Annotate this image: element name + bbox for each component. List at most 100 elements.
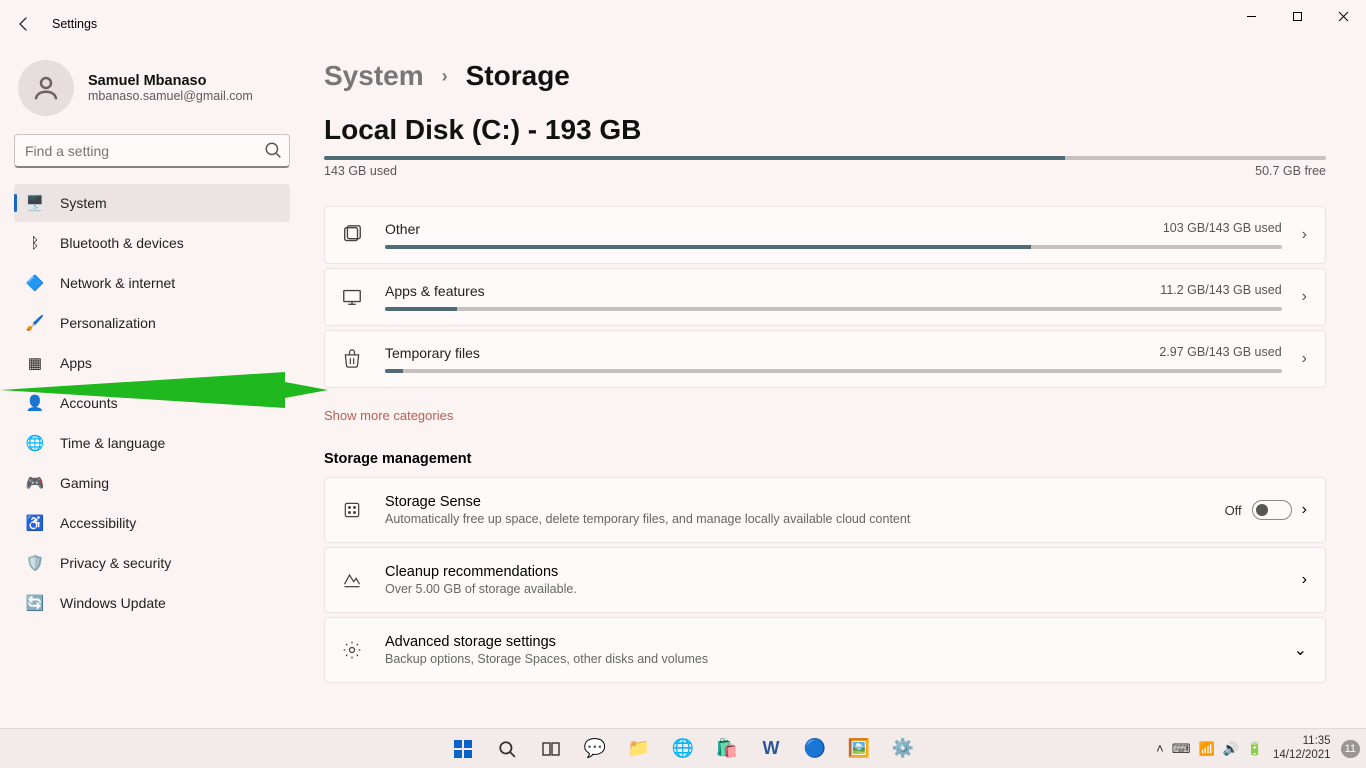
nav-label: Privacy & security (60, 555, 171, 571)
photos-icon[interactable]: 🖼️ (840, 733, 878, 765)
nav-item-personalization[interactable]: 🖌️ Personalization (14, 304, 290, 342)
start-button[interactable] (444, 733, 482, 765)
edge-icon[interactable]: 🌐 (664, 733, 702, 765)
nav-item-gaming[interactable]: 🎮Gaming (14, 464, 290, 502)
nav-item-bluetooth-devices[interactable]: ᛒBluetooth & devices (14, 224, 290, 262)
mgmt-desc: Over 5.00 GB of storage available. (385, 582, 1282, 596)
mgmt-title: Cleanup recommendations (385, 564, 1282, 580)
search-input[interactable] (14, 134, 290, 168)
category-icon (339, 222, 365, 248)
volume-icon[interactable]: 🔊 (1223, 741, 1239, 757)
storage-management-header: Storage management (324, 451, 1326, 467)
chat-icon[interactable]: 💬 (576, 733, 614, 765)
nav-icon: ▦ (26, 354, 44, 372)
nav-icon: 🎮 (26, 474, 44, 492)
search-icon (264, 141, 282, 159)
settings-icon[interactable]: ⚙️ (884, 733, 922, 765)
breadcrumb: System › Storage (324, 60, 1326, 92)
disk-title: Local Disk (C:) - 193 GB (324, 114, 1326, 146)
mgmt-desc: Automatically free up space, delete temp… (385, 512, 1205, 526)
clock-time: 11:35 (1303, 735, 1331, 748)
nav-icon: 🖥️ (26, 194, 44, 212)
storage-category-temporary-files[interactable]: Temporary files 2.97 GB/143 GB used › (324, 330, 1326, 388)
chevron-right-icon: › (442, 66, 448, 87)
nav-item-time-language[interactable]: 🌐 Time & language (14, 424, 290, 462)
nav-label: Personalization (60, 315, 156, 331)
notification-badge[interactable]: 11 (1341, 740, 1360, 758)
nav-icon: 🌐 (26, 434, 44, 452)
taskbar: 💬 📁 🌐 🛍️ W 🔵 🖼️ ⚙️ ˄ ⌨ 📶 🔊 🔋 11:35 14/12… (0, 728, 1366, 768)
mgmt-icon (339, 637, 365, 663)
category-usage: 2.97 GB/143 GB used (1159, 345, 1281, 361)
file-explorer-icon[interactable]: 📁 (620, 733, 658, 765)
keyboard-icon[interactable]: ⌨ (1172, 741, 1191, 757)
taskbar-right: ˄ ⌨ 📶 🔊 🔋 11:35 14/12/2021 11 (1156, 735, 1360, 761)
battery-icon[interactable]: 🔋 (1247, 741, 1263, 757)
nav-label: Network & internet (60, 275, 175, 291)
back-button[interactable] (8, 8, 40, 40)
nav-item-accessibility[interactable]: ♿Accessibility (14, 504, 290, 542)
word-icon[interactable]: W (752, 733, 790, 765)
taskbar-search-icon[interactable] (488, 733, 526, 765)
profile-name: Samuel Mbanaso (88, 73, 253, 89)
task-view-icon[interactable] (532, 733, 570, 765)
category-usage: 103 GB/143 GB used (1163, 221, 1282, 237)
main-content: System › Storage Local Disk (C:) - 193 G… (300, 48, 1366, 728)
nav-item-accounts[interactable]: 👤Accounts (14, 384, 290, 422)
mgmt-icon (339, 567, 365, 593)
search-box (14, 134, 290, 168)
chrome-icon[interactable]: 🔵 (796, 733, 834, 765)
titlebar: Settings (0, 0, 1366, 48)
category-name: Other (385, 221, 420, 237)
nav-item-apps[interactable]: ▦Apps (14, 344, 290, 382)
store-icon[interactable]: 🛍️ (708, 733, 746, 765)
mgmt-item-storage-sense[interactable]: Storage Sense Automatically free up space… (324, 477, 1326, 543)
nav-label: Accounts (60, 395, 118, 411)
mgmt-item-advanced-storage-settings[interactable]: Advanced storage settings Backup options,… (324, 617, 1326, 683)
taskbar-center: 💬 📁 🌐 🛍️ W 🔵 🖼️ ⚙️ (444, 733, 922, 765)
mgmt-title: Storage Sense (385, 494, 1205, 510)
category-name: Temporary files (385, 345, 480, 361)
disk-free-label: 50.7 GB free (1255, 164, 1326, 178)
window-title: Settings (52, 17, 97, 31)
nav-item-privacy-security[interactable]: 🛡️Privacy & security (14, 544, 290, 582)
category-bar (385, 307, 1282, 311)
storage-category-apps-features[interactable]: Apps & features11.2 GB/143 GB used› (324, 268, 1326, 326)
avatar (18, 60, 74, 116)
mgmt-desc: Backup options, Storage Spaces, other di… (385, 652, 1274, 666)
profile-email: mbanaso.samuel@gmail.com (88, 89, 253, 103)
chevron-right-icon: › (1302, 350, 1307, 368)
mgmt-title: Advanced storage settings (385, 634, 1274, 650)
chevron-down-icon: ⌄ (1294, 640, 1307, 660)
sidebar: Samuel Mbanaso mbanaso.samuel@gmail.com … (0, 48, 300, 728)
chevron-right-icon: › (1302, 501, 1307, 519)
nav-item-network-internet[interactable]: 🔷Network & internet (14, 264, 290, 302)
chevron-right-icon: › (1302, 288, 1307, 306)
nav-label: Accessibility (60, 515, 136, 531)
category-bar (385, 245, 1282, 249)
nav-label: Bluetooth & devices (60, 235, 184, 251)
nav-item-system[interactable]: 🖥️System (14, 184, 290, 222)
nav-label: Time & language (60, 435, 165, 451)
minimize-button[interactable] (1228, 0, 1274, 32)
chevron-right-icon: › (1302, 571, 1307, 589)
mgmt-item-cleanup-recommendations[interactable]: Cleanup recommendations Over 5.00 GB of s… (324, 547, 1326, 613)
close-button[interactable] (1320, 0, 1366, 32)
breadcrumb-parent[interactable]: System (324, 60, 424, 92)
mgmt-icon (339, 497, 365, 523)
storage-category-other[interactable]: Other103 GB/143 GB used› (324, 206, 1326, 264)
category-icon (339, 284, 365, 310)
nav-icon: 🔄 (26, 594, 44, 612)
profile-block[interactable]: Samuel Mbanaso mbanaso.samuel@gmail.com (14, 56, 290, 134)
tray-chevron-icon[interactable]: ˄ (1156, 741, 1164, 756)
clock[interactable]: 11:35 14/12/2021 (1273, 735, 1331, 761)
maximize-button[interactable] (1274, 0, 1320, 32)
window-controls (1228, 0, 1366, 32)
wifi-icon[interactable]: 📶 (1198, 741, 1214, 757)
storage-sense-toggle[interactable] (1252, 500, 1292, 520)
nav-item-windows-update[interactable]: 🔄Windows Update (14, 584, 290, 622)
nav-icon: 🖌️ (26, 314, 44, 332)
show-more-categories-link[interactable]: Show more categories (324, 408, 453, 423)
disk-usage-bar (324, 156, 1326, 160)
toggle-label: Off (1225, 503, 1242, 518)
